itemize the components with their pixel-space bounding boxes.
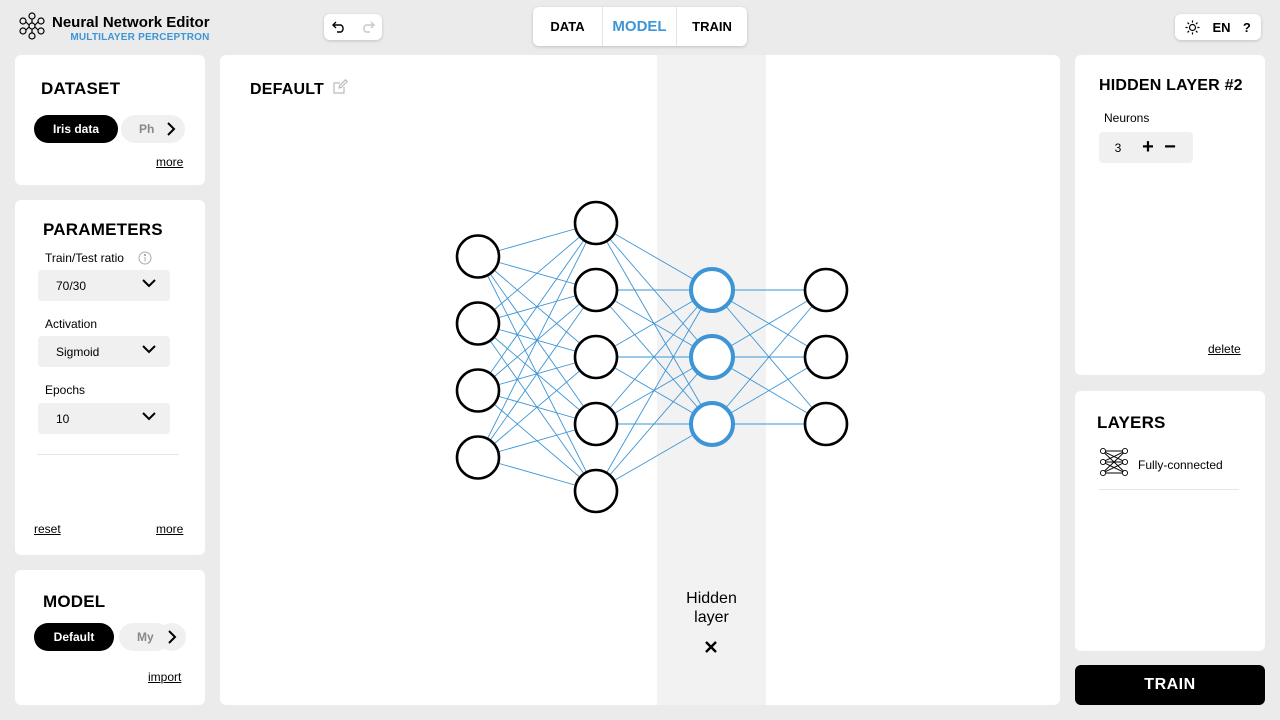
help-button[interactable]: ? <box>1243 20 1251 35</box>
train-button[interactable]: TRAIN <box>1075 665 1265 705</box>
neuron-node[interactable] <box>455 234 501 279</box>
neurons-stepper: 3 + − <box>1099 132 1193 163</box>
info-icon[interactable] <box>138 251 152 270</box>
neurons-value: 3 <box>1114 140 1122 155</box>
tab-data[interactable]: DATA <box>533 7 602 46</box>
neurons-label: Neurons <box>1104 111 1150 125</box>
hidden-layer-label-2: layer <box>694 609 729 626</box>
model-next-button[interactable] <box>158 623 186 651</box>
language-button[interactable]: EN <box>1212 20 1230 35</box>
fully-connected-icon <box>1099 447 1129 482</box>
neuron-node[interactable] <box>803 267 849 313</box>
activation-label: Activation <box>45 317 98 331</box>
neuron-node[interactable] <box>573 267 619 313</box>
dataset-panel: DATASET Ph Iris data more <box>15 55 205 185</box>
parameters-more-link[interactable]: more <box>156 522 183 536</box>
parameters-title: PARAMETERS <box>43 220 163 239</box>
close-icon <box>705 641 717 653</box>
main-tabs: DATA MODEL TRAIN <box>533 7 747 46</box>
neuron-node[interactable] <box>803 401 849 447</box>
layers-title: LAYERS <box>1097 413 1166 432</box>
layers-panel: LAYERS Fully-connected <box>1075 391 1265 651</box>
activation-value: Sigmoid <box>56 344 100 359</box>
network-logo-icon <box>18 12 46 45</box>
app-subtitle: MULTILAYER PERCEPTRON <box>70 31 210 43</box>
layer-properties-panel: HIDDEN LAYER #2 Neurons 3 + − delete <box>1075 55 1265 375</box>
divider <box>1099 489 1239 490</box>
neuron-node[interactable] <box>803 334 849 380</box>
dataset-next-button[interactable] <box>157 115 185 143</box>
network-canvas: DEFAULT Hidden layer <box>220 55 1060 705</box>
dataset-option-iris[interactable]: Iris data <box>34 115 118 143</box>
redo-button[interactable] <box>353 14 382 40</box>
app-title: Neural Network Editor <box>52 13 210 31</box>
network-graph <box>455 200 849 514</box>
hidden-layer-label: Hidden <box>686 590 737 607</box>
model-title: MODEL <box>43 592 106 611</box>
epochs-select[interactable]: 10 <box>38 403 170 434</box>
activation-select[interactable]: Sigmoid <box>38 336 170 367</box>
divider <box>37 454 179 455</box>
import-link[interactable]: import <box>148 670 181 684</box>
dataset-title: DATASET <box>41 79 121 98</box>
epochs-label: Epochs <box>45 383 86 397</box>
neuron-node[interactable] <box>573 401 619 447</box>
undo-button[interactable] <box>324 14 353 40</box>
chevron-down-icon <box>142 279 156 288</box>
tab-train[interactable]: TRAIN <box>677 7 747 46</box>
dataset-more-link[interactable]: more <box>156 155 183 169</box>
chevron-down-icon <box>142 345 156 354</box>
train-test-select[interactable]: 70/30 <box>38 270 170 301</box>
delete-layer-link[interactable]: delete <box>1208 342 1241 356</box>
app-tools: EN ? <box>1175 14 1261 40</box>
chevron-down-icon <box>142 412 156 421</box>
neuron-node[interactable] <box>573 468 619 514</box>
neuron-node[interactable] <box>573 200 619 246</box>
connection-edge <box>477 222 597 324</box>
undo-icon <box>331 21 344 33</box>
sun-icon <box>1185 19 1200 35</box>
chevron-right-icon <box>167 122 176 136</box>
history-controls <box>324 14 382 40</box>
parameters-panel: PARAMETERS Train/Test ratio 70/30 Activa… <box>15 200 205 555</box>
neuron-node[interactable] <box>455 368 501 413</box>
connection-edge <box>595 289 713 492</box>
layer-type-label: Fully-connected <box>1138 457 1223 472</box>
train-test-label: Train/Test ratio <box>45 251 124 265</box>
selected-neuron-node[interactable] <box>689 334 735 380</box>
selected-neuron-node[interactable] <box>689 267 735 313</box>
neurons-increment-button[interactable]: + <box>1137 136 1159 159</box>
model-option-default[interactable]: Default <box>34 623 114 651</box>
neuron-node[interactable] <box>573 334 619 380</box>
epochs-value: 10 <box>56 411 70 426</box>
app-brand: Neural Network Editor MULTILAYER PERCEPT… <box>18 12 210 45</box>
redo-icon <box>362 21 375 33</box>
layer-properties-title: HIDDEN LAYER #2 <box>1099 77 1243 94</box>
model-panel: MODEL My Default import <box>15 570 205 705</box>
train-test-value: 70/30 <box>56 278 87 293</box>
neuron-node[interactable] <box>455 435 501 480</box>
connection-edge <box>477 356 597 458</box>
selected-neuron-node[interactable] <box>689 401 735 447</box>
chevron-right-icon <box>168 630 177 644</box>
remove-layer-button[interactable] <box>704 640 718 659</box>
layer-type-fully-connected[interactable]: Fully-connected <box>1099 447 1223 482</box>
tab-model[interactable]: MODEL <box>603 7 676 46</box>
neuron-node[interactable] <box>455 301 501 346</box>
theme-toggle-button[interactable] <box>1185 19 1200 35</box>
reset-link[interactable]: reset <box>34 522 61 536</box>
neurons-decrement-button[interactable]: − <box>1159 136 1181 159</box>
